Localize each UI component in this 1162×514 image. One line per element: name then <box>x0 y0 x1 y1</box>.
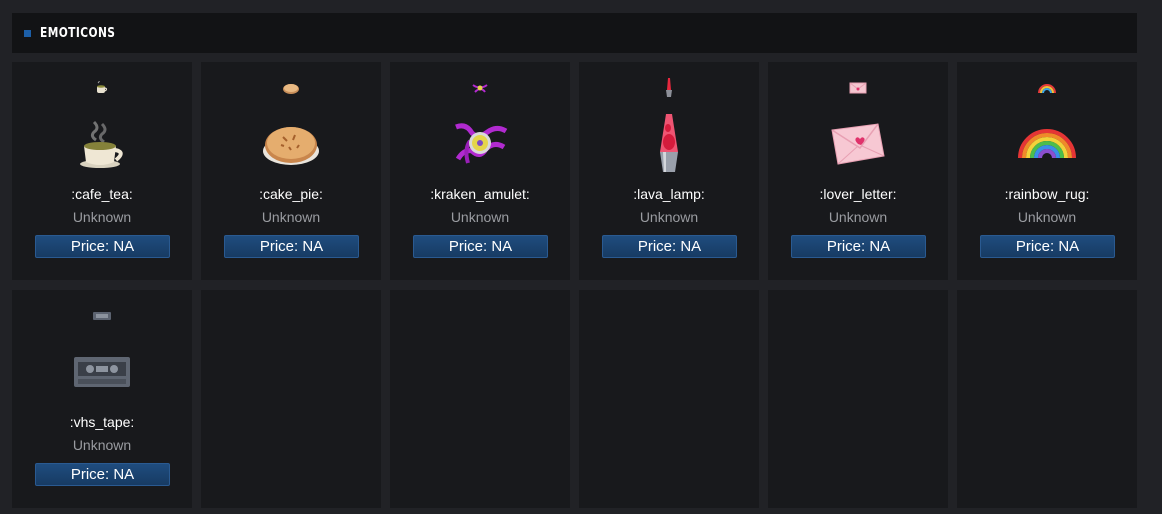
lover-letter-icon <box>768 114 948 174</box>
rainbow-rug-icon <box>957 114 1137 174</box>
emoticon-name: :kraken_amulet: <box>430 186 530 202</box>
price-button[interactable]: Price: NA <box>224 235 359 258</box>
lava-lamp-icon <box>579 114 759 174</box>
emoticon-status: Unknown <box>450 209 510 225</box>
emoticon-card: :rainbow_rug: Unknown Price: NA <box>957 62 1137 280</box>
emoticon-name: :rainbow_rug: <box>1004 186 1090 202</box>
cafe-tea-icon <box>12 114 192 174</box>
emoticon-card: :cake_pie: Unknown Price: NA <box>201 62 381 280</box>
emoticon-status: Unknown <box>639 209 699 225</box>
price-button[interactable]: Price: NA <box>35 235 170 258</box>
price-button[interactable]: Price: NA <box>413 235 548 258</box>
cake-pie-small-icon <box>201 80 381 96</box>
price-button[interactable]: Price: NA <box>980 235 1115 258</box>
emoticon-card: :cafe_tea: Unknown Price: NA <box>12 62 192 280</box>
emoticon-name: :cake_pie: <box>259 186 323 202</box>
emoticon-status: Unknown <box>1017 209 1077 225</box>
price-button[interactable]: Price: NA <box>602 235 737 258</box>
kraken-amulet-small-icon <box>390 80 570 96</box>
lava-lamp-small-icon <box>579 78 759 97</box>
empty-card <box>957 290 1137 508</box>
emoticons-section: EMOTICONS:cafe_tea: Unknown Price: NA:… <box>12 13 1137 508</box>
emoticon-status: Unknown <box>828 209 888 225</box>
emoticon-name: :lover_letter: <box>819 186 897 202</box>
vhs-tape-small-icon <box>12 308 192 324</box>
price-button[interactable]: Price: NA <box>791 235 926 258</box>
emoticon-name: :lava_lamp: <box>633 186 705 202</box>
emoticon-card: :vhs_tape: Unknown Price: NA <box>12 290 192 508</box>
empty-card <box>768 290 948 508</box>
emoticon-grid: :cafe_tea: Unknown Price: NA :cake_pie: … <box>12 62 1137 508</box>
section-header: EMOTICONS <box>12 13 1137 53</box>
cafe-tea-small-icon <box>12 80 192 96</box>
price-button[interactable]: Price: NA <box>35 463 170 486</box>
emoticon-name: :vhs_tape: <box>69 414 135 430</box>
emoticon-card: :lover_letter: Unknown Price: NA <box>768 62 948 280</box>
header-marker <box>24 29 31 37</box>
emoticon-status: Unknown <box>72 437 132 453</box>
empty-card <box>579 290 759 508</box>
empty-card <box>201 290 381 508</box>
emoticon-status: Unknown <box>261 209 321 225</box>
cake-pie-icon <box>201 114 381 174</box>
emoticon-name: :cafe_tea: <box>71 186 133 202</box>
section-title: EMOTICONS <box>40 25 116 41</box>
lover-letter-small-icon <box>768 80 948 96</box>
vhs-tape-icon <box>12 342 192 402</box>
empty-card <box>390 290 570 508</box>
emoticon-card: :lava_lamp: Unknown Price: NA <box>579 62 759 280</box>
emoticon-card: :kraken_amulet: Unknown Price: NA <box>390 62 570 280</box>
kraken-amulet-icon <box>390 114 570 174</box>
emoticon-status: Unknown <box>72 209 132 225</box>
rainbow-rug-small-icon <box>957 80 1137 96</box>
